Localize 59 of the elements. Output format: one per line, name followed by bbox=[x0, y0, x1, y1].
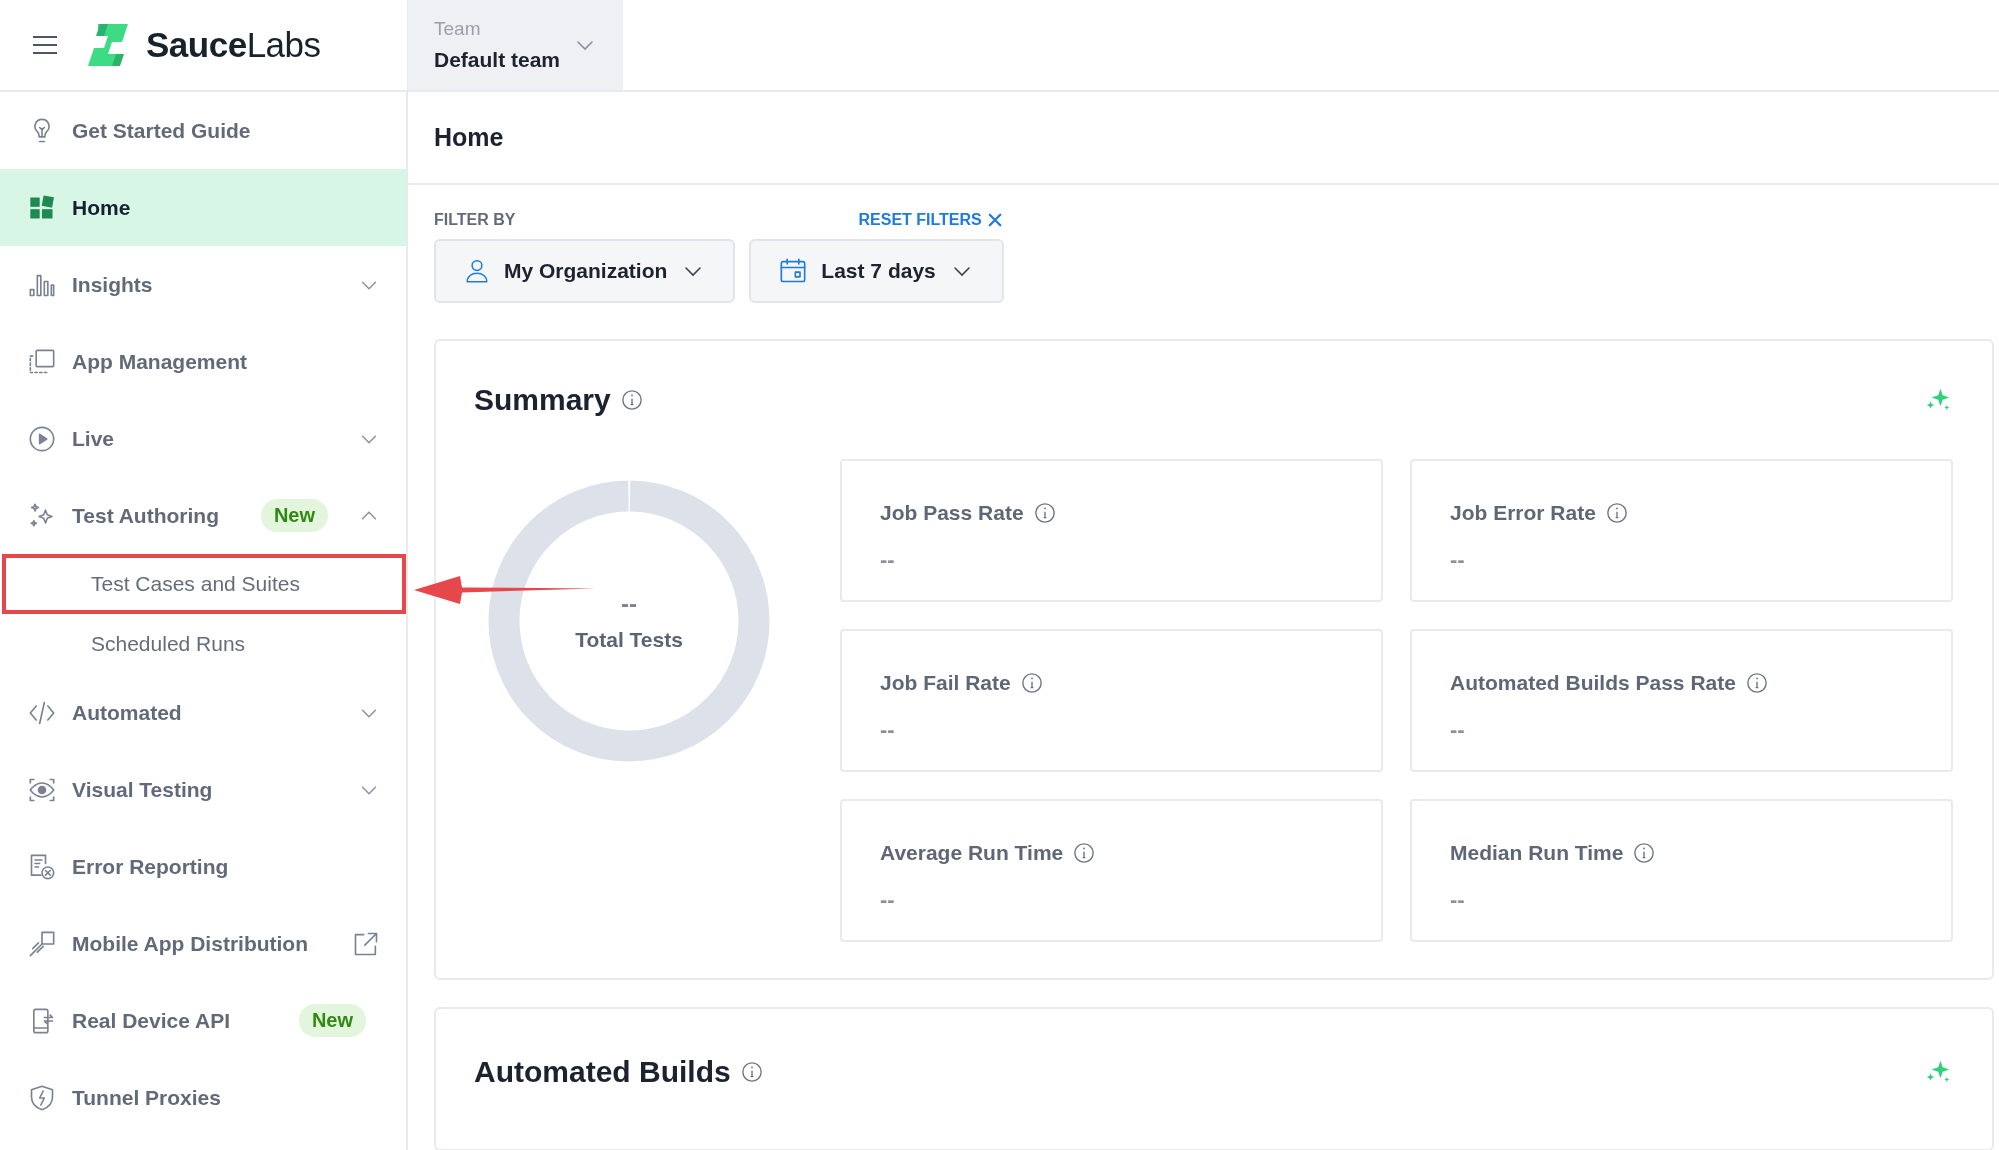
team-dropdown[interactable]: Team Default team bbox=[408, 0, 623, 90]
play-icon bbox=[28, 424, 56, 453]
dashboard-icon bbox=[28, 193, 56, 222]
total-label: Total Tests bbox=[575, 628, 683, 652]
sidebar-item[interactable]: Automated bbox=[0, 674, 406, 751]
new-badge: New bbox=[298, 1004, 366, 1037]
team-value: Default team bbox=[434, 48, 561, 72]
info-icon[interactable] bbox=[1633, 842, 1656, 864]
stat-label: Automated Builds Pass Rate bbox=[1450, 671, 1736, 695]
info-icon[interactable] bbox=[1020, 672, 1043, 694]
stat-value: -- bbox=[1450, 887, 1466, 913]
card-title: Automated Builds bbox=[474, 1055, 731, 1089]
info-icon[interactable] bbox=[620, 389, 643, 411]
stat-value: -- bbox=[1450, 717, 1466, 743]
stat-value: -- bbox=[880, 887, 896, 913]
sidebar-item[interactable]: Real Device API New bbox=[0, 982, 406, 1059]
sparkle-icon bbox=[28, 501, 56, 530]
sidebar-item[interactable]: Home bbox=[0, 169, 406, 246]
sidebar-subitem[interactable]: Scheduled Runs bbox=[0, 614, 406, 674]
stat-label: Job Pass Rate bbox=[880, 501, 1024, 525]
sidebar-item[interactable]: Mobile App Distribution bbox=[0, 905, 406, 982]
reset-filters-link[interactable]: RESET FILTERS bbox=[858, 211, 1004, 229]
stat-label: Job Error Rate bbox=[1450, 501, 1596, 525]
send-icon bbox=[28, 929, 56, 958]
stat-value: -- bbox=[1450, 547, 1466, 573]
sidebar-item[interactable]: Tunnel Proxies bbox=[0, 1059, 406, 1136]
info-icon[interactable] bbox=[1745, 672, 1768, 694]
page-title: Home bbox=[408, 92, 1999, 185]
shield-icon bbox=[28, 1083, 56, 1112]
sidebar-item[interactable]: Test Authoring New bbox=[0, 477, 406, 554]
sidebar-item[interactable]: Live bbox=[0, 400, 406, 477]
sidebar-item[interactable]: Insights bbox=[0, 246, 406, 323]
info-icon[interactable] bbox=[740, 1061, 763, 1083]
team-label: Team bbox=[434, 18, 482, 40]
stat-label: Average Run Time bbox=[880, 841, 1064, 865]
filter-dropdown[interactable]: My Organization bbox=[434, 239, 736, 303]
stat-label: Median Run Time bbox=[1450, 841, 1624, 865]
new-badge: New bbox=[260, 499, 328, 532]
card-title: Summary bbox=[474, 383, 611, 417]
user-icon bbox=[464, 258, 490, 284]
info-icon[interactable] bbox=[1033, 502, 1056, 524]
sidebar-item[interactable]: App Management bbox=[0, 323, 406, 400]
report-error-icon bbox=[28, 852, 56, 881]
total-value: -- bbox=[621, 590, 637, 618]
info-icon[interactable] bbox=[1605, 502, 1628, 524]
stat-value: -- bbox=[880, 717, 896, 743]
info-icon[interactable] bbox=[1073, 842, 1096, 864]
sidebar-item[interactable]: Error Reporting bbox=[0, 828, 406, 905]
logo-text: SauceLabs bbox=[146, 25, 321, 65]
sidebar-item[interactable]: Visual Testing bbox=[0, 751, 406, 828]
stat-label: Job Fail Rate bbox=[880, 671, 1011, 695]
stat-value: -- bbox=[880, 547, 896, 573]
filter-dropdown[interactable]: Last 7 days bbox=[749, 239, 1004, 303]
menu-icon[interactable] bbox=[32, 35, 58, 55]
sidebar-item[interactable]: Get Started Guide bbox=[0, 92, 406, 169]
highlighted-sidebar-subitem[interactable]: Test Cases and Suites bbox=[2, 554, 406, 614]
windows-icon bbox=[28, 347, 56, 376]
filter-label: FILTER BY bbox=[434, 211, 516, 229]
calendar-icon bbox=[779, 257, 808, 285]
